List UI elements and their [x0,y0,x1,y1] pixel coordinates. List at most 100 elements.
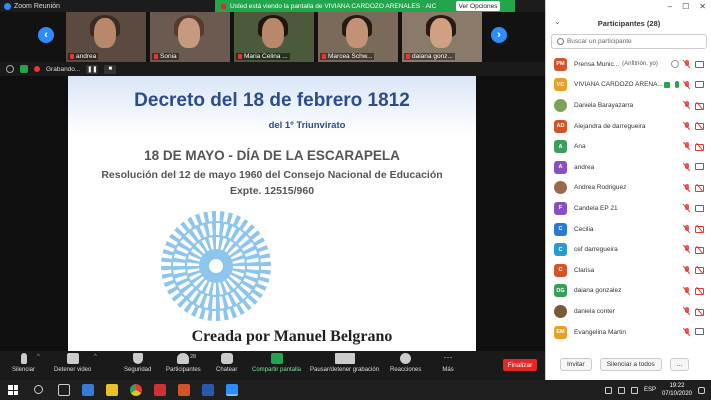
chat-icon [220,353,233,364]
thumbnail-name: andrea [76,53,97,60]
volume-icon[interactable] [630,386,638,394]
video-thumbnail[interactable]: andrea [66,12,146,62]
camera-icon [695,163,704,171]
shared-screen-area: Decreto del 18 de febrero 1812 del 1º Tr… [0,76,545,351]
pause-recording-button[interactable]: ❚❚ [86,64,99,74]
security-button[interactable]: Seguridad [124,353,151,373]
participant-row[interactable]: C Cecilia [546,219,711,240]
participant-row[interactable]: DG daiana gonzalez [546,281,711,302]
encryption-shield-icon[interactable] [20,65,28,73]
avatar: DG [554,284,567,298]
powerpoint-icon[interactable] [178,384,190,396]
info-icon[interactable] [6,65,14,73]
video-thumbnail-strip: ‹ andrea Sonia Maria Celina ... Marcea S… [0,12,545,62]
participant-row[interactable]: C Clarisa [546,260,711,281]
more-options-icon[interactable] [671,60,679,68]
zoom-taskbar-icon[interactable] [226,384,238,396]
video-thumbnail[interactable]: Sonia [150,12,230,62]
next-page-arrow-icon[interactable]: › [491,27,507,43]
video-thumbnail[interactable]: Maria Celina ... [234,12,314,62]
slide-title: Decreto del 18 de febrero 1812 [134,90,410,111]
avatar [554,98,567,112]
shared-slide: Decreto del 18 de febrero 1812 del 1º Tr… [68,76,476,351]
participant-row[interactable]: daniela conter [546,301,711,322]
pause-stop-recording-button[interactable]: Pausar/detener grabación [310,353,379,373]
file-explorer-icon[interactable] [82,384,94,396]
mic-muted-icon [684,80,690,89]
participant-row[interactable]: A Ana [546,136,711,157]
invite-button[interactable]: Invitar [560,357,592,371]
word-icon[interactable] [202,384,214,396]
video-thumbnail[interactable]: Marcea Schw... [318,12,398,62]
close-icon[interactable]: ✕ [699,2,706,11]
reactions-button[interactable]: Reacciones [390,353,421,373]
camera-off-icon [695,102,704,110]
camera-icon [695,328,704,336]
microphone-icon [675,81,679,89]
zoom-logo-icon [4,2,11,10]
participant-row[interactable]: EM Evangelina Martin [546,322,711,343]
search-icon[interactable] [34,385,43,394]
maximize-icon[interactable]: ☐ [682,2,689,11]
camera-icon [695,204,704,212]
window-controls: – ☐ ✕ [546,0,711,12]
end-meeting-button[interactable]: Finalizar [503,359,537,371]
battery-icon[interactable] [617,386,625,394]
participant-search[interactable] [551,34,707,49]
avatar: C [554,243,567,257]
avatar: AD [554,119,567,133]
participant-row[interactable]: F Candela EP 21 [546,198,711,219]
participant-row[interactable]: Aandrea [546,157,711,178]
panel-actions: Invitar Silenciar a todos ... [546,356,711,372]
windows-start-icon[interactable] [8,385,18,395]
mic-muted-icon [684,204,690,212]
participant-row[interactable]: VC VIVIANA CARDOZO ARENA... [546,75,711,96]
more-button[interactable]: ··· Más [442,353,454,374]
view-options-button[interactable]: Ver Opciones [456,1,500,11]
video-app-icon[interactable] [154,384,166,396]
chat-button[interactable]: Chatear [216,353,237,373]
notifications-icon[interactable] [698,386,705,394]
language-indicator[interactable]: ESP [644,387,656,393]
participants-count: 28 [190,354,197,360]
camera-icon [695,81,704,89]
stop-recording-button[interactable]: ■ [104,64,117,74]
mic-muted-icon [684,265,690,274]
video-thumbnail[interactable]: daiana gonz... [402,12,482,62]
chrome-icon[interactable] [130,384,142,396]
clock[interactable]: 19:22 07/10/2020 [662,382,692,398]
slide-creator-text: Creada por Manuel Belgrano [191,328,393,345]
participant-search-input[interactable] [566,38,706,45]
folder-icon[interactable] [106,384,118,396]
mic-muted-icon [154,53,158,59]
participant-row[interactable]: PM Prensa Munic... (Anfitrión, yo) [546,54,711,75]
slide-heading: 18 DE MAYO - DÍA DE LA ESCARAPELA [144,148,400,163]
mic-muted-icon [406,53,410,59]
minimize-icon[interactable]: – [668,2,672,11]
search-icon [557,38,564,45]
panel-more-button[interactable]: ... [669,357,690,371]
participant-row[interactable]: Ccef darregueira [546,239,711,260]
prev-page-arrow-icon[interactable]: ‹ [38,27,54,43]
task-view-icon[interactable] [58,384,70,396]
avatar: C [554,263,567,277]
network-icon[interactable] [604,386,612,394]
participant-name: Clarisa [574,266,595,274]
avatar [554,181,567,195]
mute-all-button[interactable]: Silenciar a todos [599,357,662,371]
share-screen-button[interactable]: Compartir pantalla [252,353,301,373]
mic-muted-icon [684,286,690,295]
participant-row[interactable]: Andrea Rodriguez [546,178,711,199]
mute-button[interactable]: Silenciar [12,353,35,373]
audio-options-chevron-icon[interactable]: ^ [37,354,40,360]
stop-video-button[interactable]: Detener video [54,353,91,373]
clock-time: 19:22 [669,383,685,389]
video-options-chevron-icon[interactable]: ^ [94,354,97,360]
pause-stop-icon [334,353,355,364]
slide-resolution-line2: Expte. 12515/960 [229,185,315,197]
participant-name: Candela EP 21 [574,204,618,212]
camera-icon [695,60,704,68]
participant-name: Evangelina Martin [574,328,627,336]
participant-row[interactable]: AD Alejandra de darregueira [546,116,711,137]
participant-row[interactable]: Daniela Barayazarra [546,95,711,116]
